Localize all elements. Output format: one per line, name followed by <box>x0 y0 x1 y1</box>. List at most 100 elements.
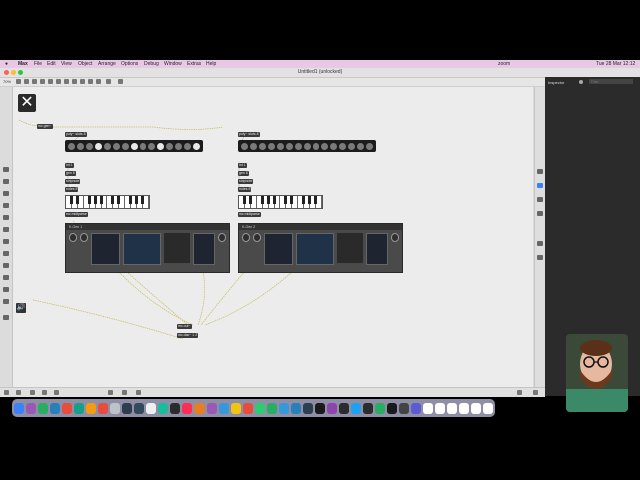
menu-item-object[interactable]: Object <box>78 61 92 67</box>
right-step-2[interactable] <box>249 142 257 150</box>
left-black-key[interactable] <box>99 196 103 204</box>
menu-app-name[interactable]: Max <box>18 61 28 67</box>
left-step-3[interactable] <box>85 142 93 150</box>
right-black-key[interactable] <box>313 196 317 204</box>
right-msg-3[interactable]: stripnote <box>238 179 254 184</box>
left-step-sequencer[interactable] <box>65 140 203 152</box>
snap-icon[interactable] <box>42 390 47 395</box>
sidebar-browser-icon[interactable] <box>3 179 9 184</box>
dock-app-icon[interactable] <box>218 402 229 414</box>
right-step-sequencer[interactable] <box>238 140 376 152</box>
left-midiparse[interactable]: mc.midiparse <box>65 212 88 217</box>
dock-app-icon[interactable] <box>386 402 397 414</box>
right-black-key[interactable] <box>266 196 270 204</box>
inspector-gear-icon[interactable] <box>579 80 583 84</box>
left-step-13[interactable] <box>175 142 183 150</box>
left-step-11[interactable] <box>157 142 165 150</box>
presentation-icon[interactable] <box>537 241 543 246</box>
menu-item-view[interactable]: View <box>61 61 72 67</box>
dock-app-icon[interactable] <box>242 402 253 414</box>
dock-app-icon[interactable] <box>98 402 109 414</box>
mc-dac-object[interactable]: mc.dac~ 1 2 <box>177 333 199 338</box>
right-step-7[interactable] <box>294 142 302 150</box>
minimize-window-button[interactable] <box>11 70 16 75</box>
menu-item-extras[interactable]: Extras <box>187 61 201 67</box>
right-step-14[interactable] <box>357 142 365 150</box>
dock-app-icon[interactable] <box>471 402 482 414</box>
dock-app-icon[interactable] <box>338 402 349 414</box>
menu-item-file[interactable]: File <box>34 61 42 67</box>
left-black-key[interactable] <box>140 196 144 204</box>
format-icon[interactable] <box>537 197 543 202</box>
left-step-1[interactable] <box>68 142 75 150</box>
sidebar-search-icon[interactable] <box>3 167 9 172</box>
patcher-canvas[interactable]: ✕ mc.gen~ poly~ slots 8 int 1 gen 8 stri… <box>13 87 533 387</box>
right-black-key[interactable] <box>242 196 246 204</box>
dock-app-icon[interactable] <box>326 402 337 414</box>
dock-app-icon[interactable] <box>399 402 410 414</box>
right-black-key[interactable] <box>308 196 312 204</box>
left-step-9[interactable] <box>139 142 147 150</box>
dock-app-icon[interactable] <box>158 402 169 414</box>
sidebar-debug-icon[interactable] <box>3 275 9 280</box>
message-icon[interactable] <box>24 79 29 84</box>
dock-app-icon[interactable] <box>266 402 277 414</box>
right-step-13[interactable] <box>348 142 356 150</box>
right-black-key[interactable] <box>290 196 294 204</box>
inspector-search-input[interactable] <box>589 79 633 84</box>
left-knob-2[interactable] <box>80 233 89 242</box>
right-black-key[interactable] <box>302 196 306 204</box>
dock-app-icon[interactable] <box>50 402 61 414</box>
dsp-power-icon[interactable] <box>533 390 538 395</box>
dock-app-icon[interactable] <box>26 402 37 414</box>
zoom-window-button[interactable] <box>18 70 23 75</box>
right-black-key[interactable] <box>272 196 276 204</box>
dock-app-icon[interactable] <box>483 402 494 414</box>
left-step-7[interactable] <box>121 142 129 150</box>
left-step-6[interactable] <box>112 142 120 150</box>
left-black-key[interactable] <box>69 196 73 204</box>
right-step-12[interactable] <box>339 142 347 150</box>
dock-app-icon[interactable] <box>254 402 265 414</box>
presentation-mode-icon[interactable] <box>16 390 21 395</box>
mc-out-object[interactable]: mc.out~ <box>177 324 192 329</box>
menu-item-window[interactable]: Window <box>164 61 182 67</box>
left-black-key[interactable] <box>87 196 91 204</box>
right-step-6[interactable] <box>285 142 293 150</box>
play-icon[interactable] <box>517 390 522 395</box>
slider-icon[interactable] <box>56 79 61 84</box>
right-poly-label[interactable]: poly~ slots 8 <box>238 132 260 137</box>
menu-item-arrange[interactable]: Arrange <box>98 61 116 67</box>
close-window-button[interactable] <box>4 70 9 75</box>
dock-app-icon[interactable] <box>447 402 458 414</box>
layers-icon[interactable] <box>537 255 543 260</box>
dock-app-icon[interactable] <box>423 402 434 414</box>
right-step-5[interactable] <box>276 142 284 150</box>
right-step-8[interactable] <box>303 142 311 150</box>
sidebar-link-icon[interactable] <box>3 239 9 244</box>
right-knob-2[interactable] <box>253 233 262 242</box>
left-step-14[interactable] <box>184 142 192 150</box>
right-msg-4[interactable]: notes 8 <box>238 187 252 192</box>
right-keyboard[interactable] <box>238 195 323 209</box>
dock-app-icon[interactable] <box>122 402 133 414</box>
right-msg-1[interactable]: int 1 <box>238 163 247 168</box>
package-icon[interactable] <box>118 79 123 84</box>
grid-mode-icon[interactable] <box>30 390 35 395</box>
left-black-key[interactable] <box>75 196 79 204</box>
more-objects-icon[interactable] <box>96 79 101 84</box>
number-icon[interactable] <box>48 79 53 84</box>
lock-icon[interactable] <box>4 390 9 395</box>
left-step-12[interactable] <box>166 142 174 150</box>
left-step-2[interactable] <box>76 142 84 150</box>
zoom-level-label[interactable]: 70% <box>3 79 11 84</box>
dock-app-icon[interactable] <box>86 402 97 414</box>
dock-app-icon[interactable] <box>38 402 49 414</box>
right-step-15[interactable] <box>366 142 374 150</box>
dock-app-icon[interactable] <box>74 402 85 414</box>
right-step-9[interactable] <box>312 142 320 150</box>
dock-app-icon[interactable] <box>374 402 385 414</box>
left-black-key[interactable] <box>111 196 115 204</box>
menu-item-debug[interactable]: Debug <box>144 61 159 67</box>
dock-app-icon[interactable] <box>14 402 25 414</box>
